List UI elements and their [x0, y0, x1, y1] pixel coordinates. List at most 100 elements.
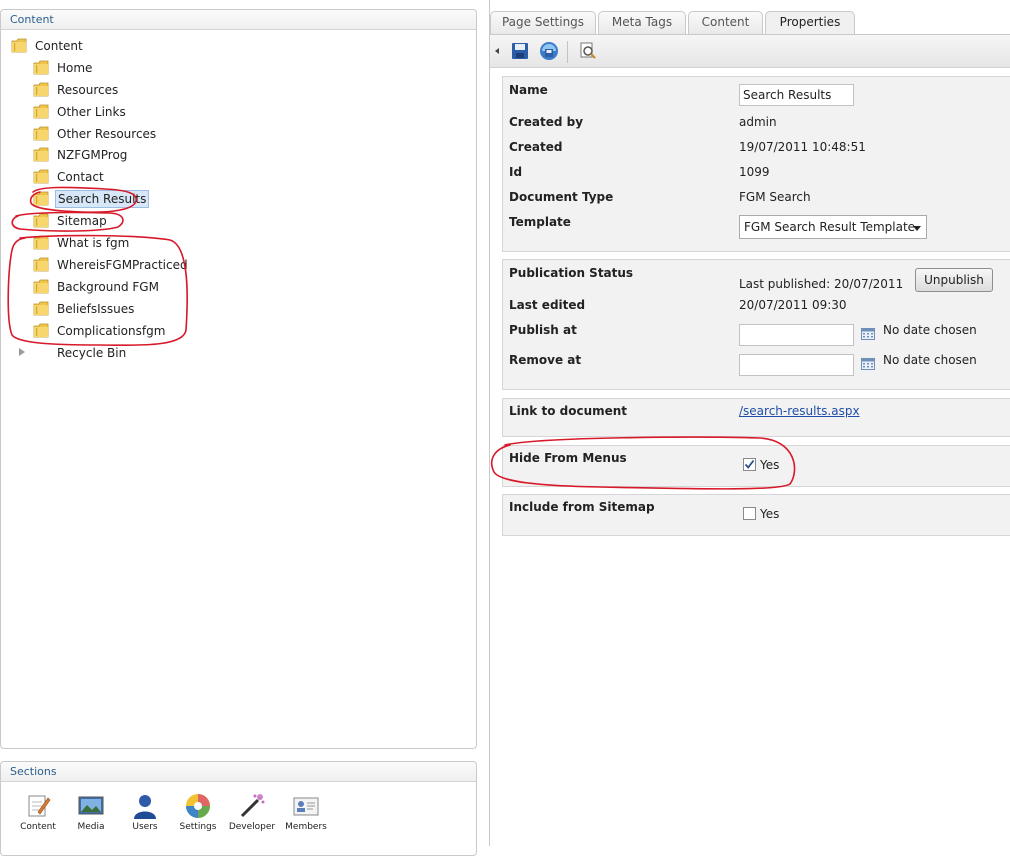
- tab-content[interactable]: Content: [688, 11, 763, 34]
- tree-item-label: Other Links: [57, 105, 126, 119]
- tab-meta-tags[interactable]: Meta Tags: [598, 11, 686, 34]
- created-value: 19/07/2011 10:48:51: [739, 140, 866, 154]
- id-label: Id: [509, 165, 523, 179]
- section-developer[interactable]: Developer: [228, 792, 276, 832]
- publication-box: Publication Status Last published: 20/07…: [502, 259, 1010, 390]
- section-label: Developer: [228, 822, 276, 832]
- calendar-icon[interactable]: [861, 358, 875, 370]
- name-input[interactable]: Search Results: [739, 84, 854, 106]
- hide-from-menus-option: Yes: [760, 458, 780, 472]
- general-properties-box: Name Search Results Created by admin Cre…: [502, 76, 1010, 252]
- section-label: Members: [285, 822, 327, 832]
- section-media[interactable]: Media: [67, 792, 115, 832]
- expand-arrow-icon[interactable]: [19, 348, 25, 356]
- hide-from-menus-label: Hide From Menus: [509, 451, 627, 465]
- hide-from-menus-checkbox[interactable]: [743, 458, 756, 471]
- user-icon: [131, 792, 159, 820]
- save-icon[interactable]: [511, 42, 529, 60]
- calendar-icon[interactable]: [861, 328, 875, 340]
- content-tree-panel: Content Content Home Resources Other Links…: [0, 9, 477, 749]
- last-published-value: Last published: 20/07/2011: [739, 277, 904, 291]
- tree-item-label: Other Resources: [57, 127, 157, 141]
- folder-icon: [33, 279, 49, 294]
- hide-from-menus-box: Hide From Menus Yes: [502, 445, 1010, 487]
- toolbar-scroll-left-icon[interactable]: [495, 48, 499, 54]
- name-label: Name: [509, 83, 548, 97]
- tree-item-label: What is fgm: [57, 236, 130, 250]
- pencil-document-icon: [24, 792, 52, 820]
- tab-page-settings[interactable]: Page Settings: [490, 11, 596, 34]
- folder-icon: [11, 38, 27, 53]
- magic-wand-icon: [238, 792, 266, 820]
- document-type-value: FGM Search: [739, 190, 811, 204]
- folder-icon: [33, 60, 49, 75]
- section-label: Settings: [179, 822, 217, 832]
- link-to-document-label: Link to document: [509, 404, 628, 418]
- tree-item-label: Resources: [57, 83, 119, 97]
- template-label: Template: [509, 215, 571, 229]
- folder-icon: [33, 257, 49, 272]
- link-box: Link to document /search-results.aspx: [502, 398, 1010, 437]
- publish-at-label: Publish at: [509, 323, 577, 337]
- section-label: Media: [77, 822, 105, 832]
- created-by-value: admin: [739, 115, 777, 129]
- template-select[interactable]: FGM Search Result Template: [739, 215, 927, 239]
- tree-item-label: Contact: [57, 170, 104, 184]
- folder-icon: [33, 147, 49, 162]
- recycle-bin-label: Recycle Bin: [57, 346, 127, 360]
- document-type-label: Document Type: [509, 190, 614, 204]
- section-users[interactable]: Users: [121, 792, 169, 832]
- member-cards-icon: [292, 792, 320, 820]
- color-wheel-icon: [184, 792, 212, 820]
- editor-toolbar: [490, 34, 1010, 68]
- folder-icon: [33, 191, 49, 206]
- unpublish-button[interactable]: Unpublish: [915, 268, 993, 292]
- tab-properties[interactable]: Properties: [765, 11, 855, 35]
- folder-icon: [33, 126, 49, 141]
- tree-item-label: Home: [57, 61, 93, 75]
- publication-status-label: Publication Status: [509, 266, 634, 280]
- preview-icon[interactable]: [579, 42, 597, 60]
- tree-item-label: WhereisFGMPracticed: [57, 258, 188, 272]
- tree-item-label: Search Results: [55, 190, 150, 208]
- section-content[interactable]: Content: [14, 792, 62, 832]
- folder-icon: [33, 301, 49, 316]
- include-sitemap-option: Yes: [760, 507, 780, 521]
- folder-icon: [33, 323, 49, 338]
- section-label: Users: [132, 822, 158, 832]
- include-sitemap-box: Include from Sitemap Yes: [502, 494, 1010, 536]
- tree-item-label: Complicationsfgm: [57, 324, 166, 338]
- section-members[interactable]: Members: [282, 792, 330, 832]
- sections-title: Sections: [1, 762, 476, 782]
- folder-icon: [33, 169, 49, 184]
- created-label: Created: [509, 140, 563, 154]
- content-tree-title: Content: [1, 10, 476, 30]
- section-label: Content: [20, 822, 56, 832]
- last-edited-label: Last edited: [509, 298, 586, 312]
- section-settings[interactable]: Settings: [174, 792, 222, 832]
- tree-item-label: BeliefsIssues: [57, 302, 135, 316]
- created-by-label: Created by: [509, 115, 584, 129]
- folder-icon: [33, 213, 49, 228]
- checkmark-icon: [744, 459, 755, 469]
- include-sitemap-checkbox[interactable]: [743, 507, 756, 520]
- folder-icon: [33, 82, 49, 97]
- publish-at-value: No date chosen: [883, 323, 977, 337]
- sections-panel: Sections Content Media Users Settings De…: [0, 761, 477, 856]
- remove-at-label: Remove at: [509, 353, 582, 367]
- tree-root-label: Content: [35, 39, 83, 53]
- folder-icon: [33, 235, 49, 250]
- toolbar-separator: [567, 41, 568, 63]
- remove-at-input[interactable]: [739, 354, 854, 376]
- publish-at-input[interactable]: [739, 324, 854, 346]
- document-link[interactable]: /search-results.aspx: [739, 404, 860, 418]
- tree-item-label: Background FGM: [57, 280, 159, 294]
- editor-panel: Page Settings Meta Tags Content Properti…: [489, 0, 1010, 846]
- tree-item-label: NZFGMProg: [57, 148, 128, 162]
- remove-at-value: No date chosen: [883, 353, 977, 367]
- picture-icon: [77, 792, 105, 820]
- folder-icon: [33, 104, 49, 119]
- save-and-publish-icon[interactable]: [539, 41, 559, 61]
- include-sitemap-label: Include from Sitemap: [509, 500, 655, 514]
- last-edited-value: 20/07/2011 09:30: [739, 298, 847, 312]
